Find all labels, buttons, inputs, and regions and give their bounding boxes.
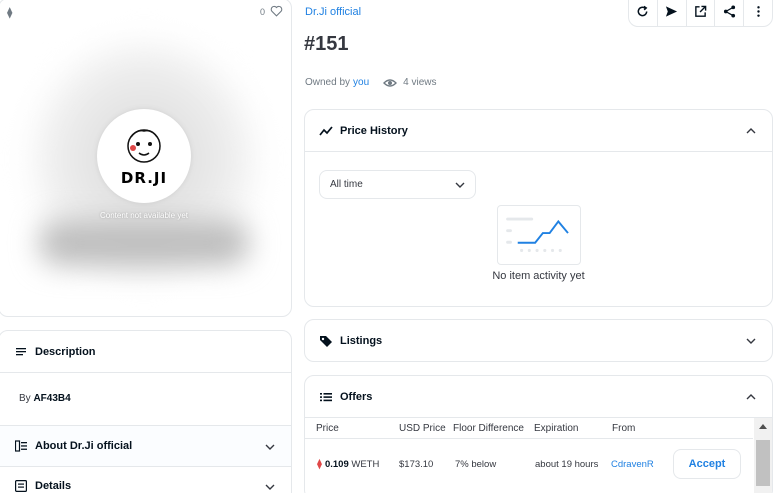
table-row: ⧫ 0.109 WETH $173.10 7% below about 19 ho… [305,438,753,488]
listings-title: Listings [340,334,383,347]
chevron-down-icon [455,182,465,188]
item-toolbar [628,0,773,27]
column-header-usd-price: USD Price [399,423,446,434]
chevron-down-icon [265,484,275,490]
favorites-count: 0 [259,7,265,17]
offers-panel: Offers Price USD Price Floor Difference … [304,375,773,493]
logo-text: DR.JI [120,169,168,187]
collection-link[interactable]: Dr.Ji official [305,6,361,18]
offers-title: Offers [340,390,373,403]
share-icon [723,5,735,18]
accept-offer-button[interactable]: Accept [673,449,741,479]
column-header-from: From [612,423,636,434]
scrollbar-thumb[interactable] [756,440,770,486]
time-range-value: All time [330,179,363,190]
time-range-select[interactable]: All time [319,170,476,199]
offers-table-header: Price USD Price Floor Difference Expirat… [305,418,753,438]
transfer-button[interactable] [658,0,687,26]
share-button[interactable] [715,0,745,26]
empty-chart-illustration [497,205,581,265]
about-title: About Dr.Ji official [35,440,133,452]
details-title: Details [35,480,72,492]
offers-scrollbar[interactable] [754,418,772,493]
owner-link[interactable]: you [353,77,369,88]
price-history-title: Price History [340,124,408,137]
details-icon [15,480,27,492]
open-external-button[interactable] [687,0,716,26]
blurred-image-band [39,221,249,265]
content-unavailable-text: Content not available yet [99,211,189,220]
price-history-panel: Price History All time No item activity … [304,109,773,307]
media-card: ⧫ 0 DR.JI Content not available yet [0,0,292,317]
offers-header[interactable]: Offers [305,376,772,418]
owned-by-prefix: Owned by [305,77,351,88]
offer-currency: WETH [351,459,380,470]
doctor-face-icon [127,129,161,163]
more-vertical-icon [756,6,760,17]
list-icon [320,392,332,401]
listings-header[interactable]: Listings [305,320,772,361]
item-title: #151 [304,33,349,55]
column-header-floor-difference: Floor Difference [453,423,524,434]
offer-expiration: about 19 hours [535,459,599,470]
listings-panel[interactable]: Listings [304,319,773,362]
chevron-up-icon [746,128,756,134]
about-collection-toggle[interactable]: About Dr.Ji official [0,425,292,467]
trend-line-icon [319,125,333,136]
offer-from-link[interactable]: CdravenR [611,459,654,470]
offer-floor-difference: 7% below [455,459,497,470]
chevron-down-icon [265,444,275,450]
by-prefix: By [19,393,31,404]
details-toggle[interactable]: Details [0,466,292,493]
ownership-row: Owned by you 4 views [305,77,437,88]
eye-icon [383,78,398,87]
lines-icon [16,347,26,355]
views-count: 4 views [403,77,437,88]
collection-logo: DR.JI [97,109,191,203]
list-detail-icon [15,440,27,452]
column-header-price: Price [316,423,339,434]
chevron-down-icon [746,338,756,344]
more-options-button[interactable] [744,0,772,26]
column-header-expiration: Expiration [534,423,579,434]
description-header: Description [0,331,291,373]
chevron-up-icon [746,394,756,400]
offer-usd-price: $173.10 [399,459,434,470]
offer-price: ⧫ 0.109 WETH [317,459,380,470]
refresh-icon [637,5,648,17]
eth-icon: ⧫ [7,7,13,19]
description-panel: Description By AF43B4 [0,330,292,430]
price-history-header[interactable]: Price History [305,110,772,152]
description-title: Description [35,345,96,358]
scroll-up-arrow-icon[interactable] [759,424,767,429]
refresh-button[interactable] [629,0,658,26]
weth-icon: ⧫ [317,459,322,470]
creator-link[interactable]: AF43B4 [33,393,70,404]
no-activity-text: No item activity yet [492,270,585,282]
send-icon [666,6,678,17]
tag-icon [320,335,332,347]
external-link-icon [695,5,707,17]
heart-icon[interactable] [270,5,283,17]
creator-byline: By AF43B4 [0,373,291,404]
media-header: ⧫ 0 [0,0,291,25]
